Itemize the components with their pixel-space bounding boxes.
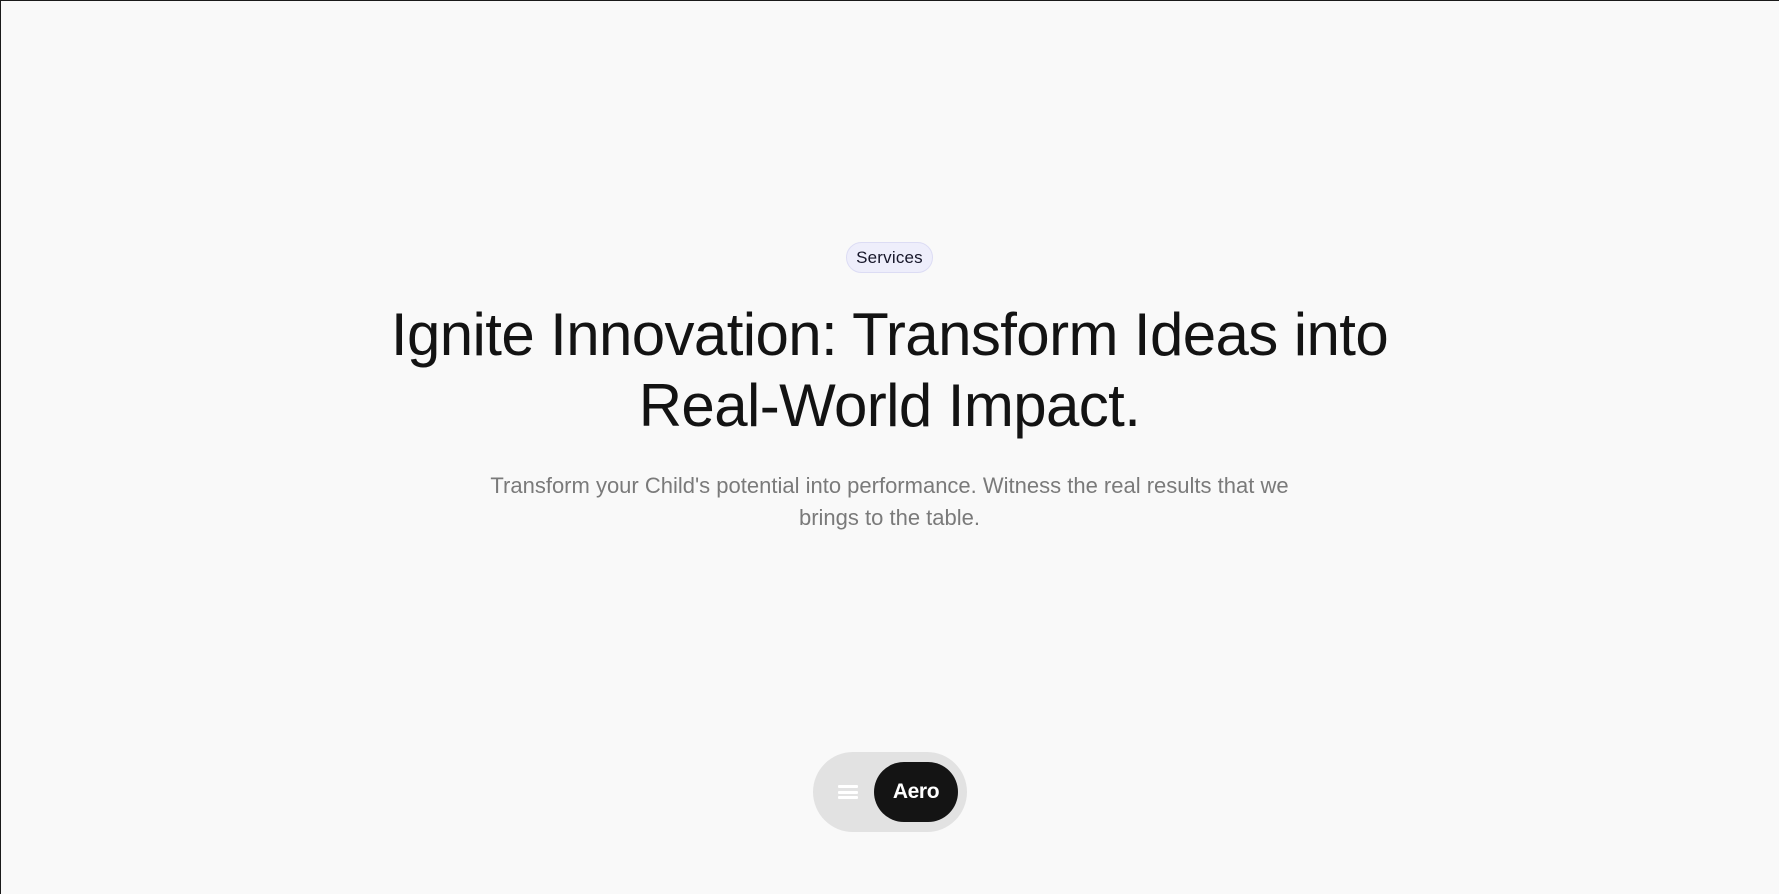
- hero-subtitle-line-1: Transform your Child's potential into pe…: [490, 473, 1289, 498]
- hero-subtitle: Transform your Child's potential into pe…: [440, 470, 1340, 534]
- menu-icon-bar: [838, 785, 858, 788]
- menu-icon-bar: [838, 790, 858, 794]
- hero-title: Ignite Innovation: Transform Ideas into …: [290, 299, 1490, 441]
- hamburger-menu-icon: [838, 785, 858, 799]
- hero-subtitle-line-2: brings to the table.: [798, 505, 980, 530]
- hero-title-line-2: Real-World Impact.: [638, 372, 1141, 439]
- brand-button[interactable]: Aero: [874, 762, 958, 822]
- menu-icon-bar: [838, 796, 858, 799]
- floating-bottom-nav: Aero: [813, 752, 967, 832]
- hero-title-line-1: Ignite Innovation: Transform Ideas into: [390, 301, 1389, 368]
- menu-button[interactable]: [833, 777, 863, 807]
- hero-section: Services Ignite Innovation: Transform Id…: [0, 242, 1779, 534]
- services-badge: Services: [846, 242, 933, 273]
